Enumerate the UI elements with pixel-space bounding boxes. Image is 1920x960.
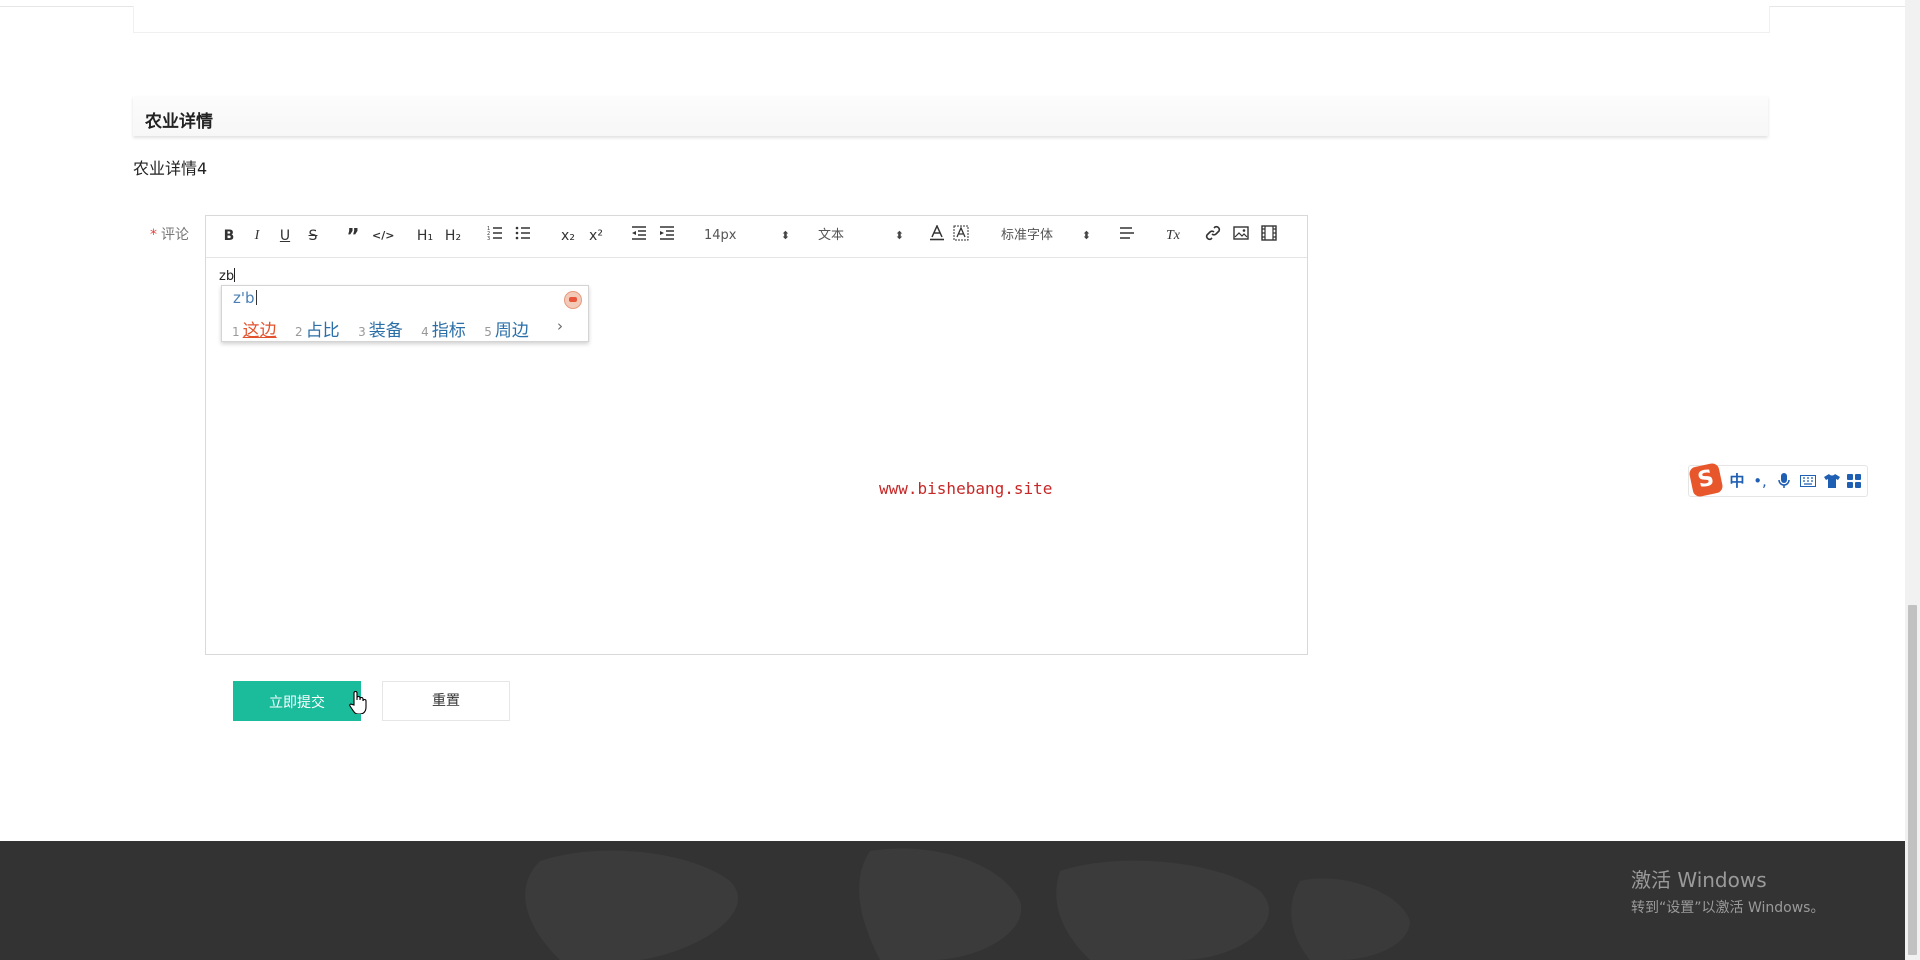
select-arrow-icon: ⬍ <box>1081 229 1091 242</box>
background-color-icon[interactable] <box>952 225 970 247</box>
editor-toolbar: B I U S ” </> H₁ H₂ 123 x₂ x² 14px ⬍ 文本 … <box>206 216 1307 258</box>
toolbox-icon[interactable] <box>1845 471 1863 491</box>
windows-activation-watermark: 激活 Windows 转到“设置”以激活 Windows。 <box>1631 864 1824 917</box>
comment-label-text: 评论 <box>161 227 189 243</box>
bold-button[interactable]: B <box>220 225 238 247</box>
ime-candidate-popup: z'b 1 这边 2 占比 3 装备 4 指标 5 周边 › <box>221 285 589 342</box>
activation-title: 激活 Windows <box>1631 868 1767 892</box>
vertical-scrollbar[interactable] <box>1905 0 1920 960</box>
detail-content: 农业详情4 <box>133 159 208 178</box>
font-size-value: 14px <box>704 228 737 243</box>
skin-shirt-icon[interactable] <box>1823 471 1841 491</box>
rich-text-editor: B I U S ” </> H₁ H₂ 123 x₂ x² 14px ⬍ 文本 … <box>205 215 1308 655</box>
punctuation-icon[interactable]: •, <box>1751 471 1769 491</box>
previous-card <box>133 6 1770 33</box>
align-left-icon[interactable] <box>1118 225 1136 247</box>
ime-next-page-icon[interactable]: › <box>557 317 563 335</box>
heading1-button[interactable]: H₁ <box>414 225 436 247</box>
video-icon[interactable] <box>1260 225 1278 247</box>
ime-candidate[interactable]: 3 装备 <box>358 316 403 341</box>
font-size-select[interactable]: 14px ⬍ <box>704 225 790 247</box>
outdent-icon[interactable] <box>630 225 648 247</box>
ime-candidate[interactable]: 5 周边 <box>484 316 529 341</box>
section-header: 农业详情 <box>133 96 1768 136</box>
font-color-icon[interactable] <box>928 225 946 247</box>
world-map-decoration <box>525 848 1410 960</box>
header-value: 文本 <box>818 228 845 243</box>
editor-text: zb <box>219 269 235 284</box>
italic-button[interactable]: I <box>248 225 266 247</box>
subscript-button[interactable]: x₂ <box>558 225 578 247</box>
reset-button[interactable]: 重置 <box>382 681 510 721</box>
comment-label: * 评论 <box>150 224 189 244</box>
select-arrow-icon: ⬍ <box>780 229 790 242</box>
microphone-icon[interactable] <box>1775 471 1793 491</box>
chinese-mode-toggle[interactable]: 中 <box>1727 471 1747 491</box>
clear-format-button[interactable]: Tx <box>1162 225 1184 247</box>
ime-composition: z'b <box>233 289 255 307</box>
underline-button[interactable]: U <box>276 225 294 247</box>
font-family-select[interactable]: 标准字体 ⬍ <box>1001 225 1091 247</box>
skin-icon[interactable] <box>564 291 582 309</box>
watermark-text: www.bishebang.site <box>879 479 1053 498</box>
strikethrough-button[interactable]: S <box>304 225 322 247</box>
code-button[interactable]: </> <box>372 225 394 247</box>
svg-text:3: 3 <box>487 236 490 241</box>
ime-candidate-list: 1 这边 2 占比 3 装备 4 指标 5 周边 <box>232 316 542 341</box>
ordered-list-icon[interactable]: 123 <box>486 225 504 247</box>
ime-status-bar[interactable]: S 中 •, <box>1688 462 1868 498</box>
select-arrow-icon: ⬍ <box>894 229 904 242</box>
ime-candidate[interactable]: 2 占比 <box>295 316 340 341</box>
required-mark: * <box>150 227 157 243</box>
font-family-value: 标准字体 <box>1001 228 1054 243</box>
link-icon[interactable] <box>1204 225 1222 247</box>
image-icon[interactable] <box>1232 225 1250 247</box>
indent-icon[interactable] <box>658 225 676 247</box>
ime-candidate[interactable]: 4 指标 <box>421 316 466 341</box>
keyboard-icon[interactable] <box>1799 471 1817 491</box>
bullet-list-icon[interactable] <box>514 225 532 247</box>
page-footer <box>0 841 1905 960</box>
activation-subtitle: 转到“设置”以激活 Windows。 <box>1631 900 1825 916</box>
section-title: 农业详情 <box>145 112 213 132</box>
logo-icon[interactable]: S <box>1688 462 1724 498</box>
scrollbar-thumb[interactable] <box>1908 605 1917 955</box>
hand-cursor-icon <box>349 691 367 714</box>
submit-button[interactable]: 立即提交 <box>233 681 361 721</box>
heading2-button[interactable]: H₂ <box>442 225 464 247</box>
superscript-button[interactable]: x² <box>586 225 606 247</box>
ime-candidate[interactable]: 1 这边 <box>232 316 277 341</box>
header-select[interactable]: 文本 ⬍ <box>818 225 904 247</box>
blockquote-button[interactable]: ” <box>344 225 362 247</box>
